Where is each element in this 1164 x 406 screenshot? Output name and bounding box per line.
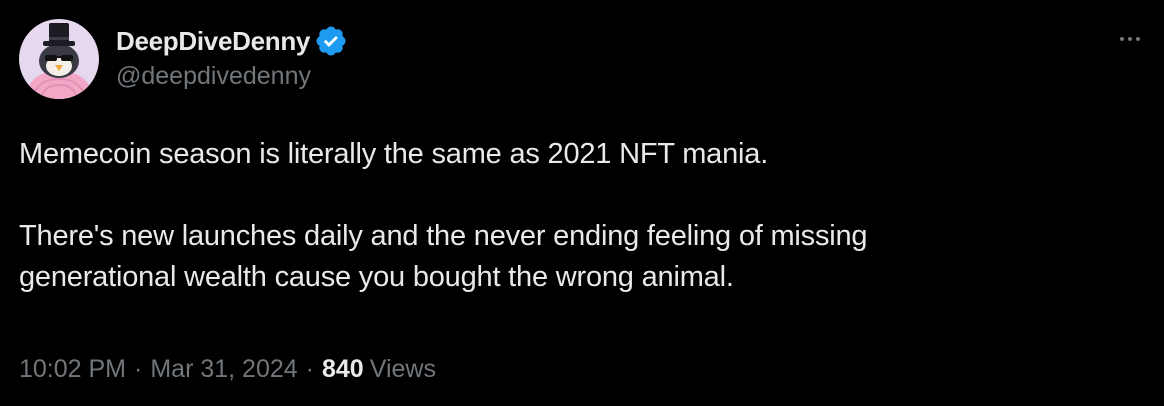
tweet-metadata: 10:02 PM · Mar 31, 2024 · 840 Views [19,355,436,384]
tweet-card: DeepDiveDenny @deepdivedenny Memecoin se… [0,0,1164,406]
verified-badge-icon[interactable] [314,24,348,58]
tweet-line: Memecoin season is literally the same as… [19,138,769,170]
author-avatar[interactable] [19,19,99,99]
meta-separator: · [305,355,314,383]
author-display-name[interactable]: DeepDiveDenny [116,26,310,57]
tweet-text: Memecoin season is literally the same as… [19,134,1139,298]
author-name-row: DeepDiveDenny [116,24,348,58]
views-count[interactable]: 840 [322,355,364,384]
tweet-date[interactable]: Mar 31, 2024 [150,355,297,384]
meta-separator: · [134,355,143,383]
tweet-line: generational wealth cause you bought the… [19,261,734,293]
more-options-icon[interactable] [1110,24,1150,54]
penguin-avatar-icon [19,19,99,99]
views-label: Views [369,355,436,383]
tweet-line: There's new launches daily and the never… [19,220,868,252]
author-handle[interactable]: @deepdivedenny [116,62,311,91]
tweet-time[interactable]: 10:02 PM [19,355,126,384]
